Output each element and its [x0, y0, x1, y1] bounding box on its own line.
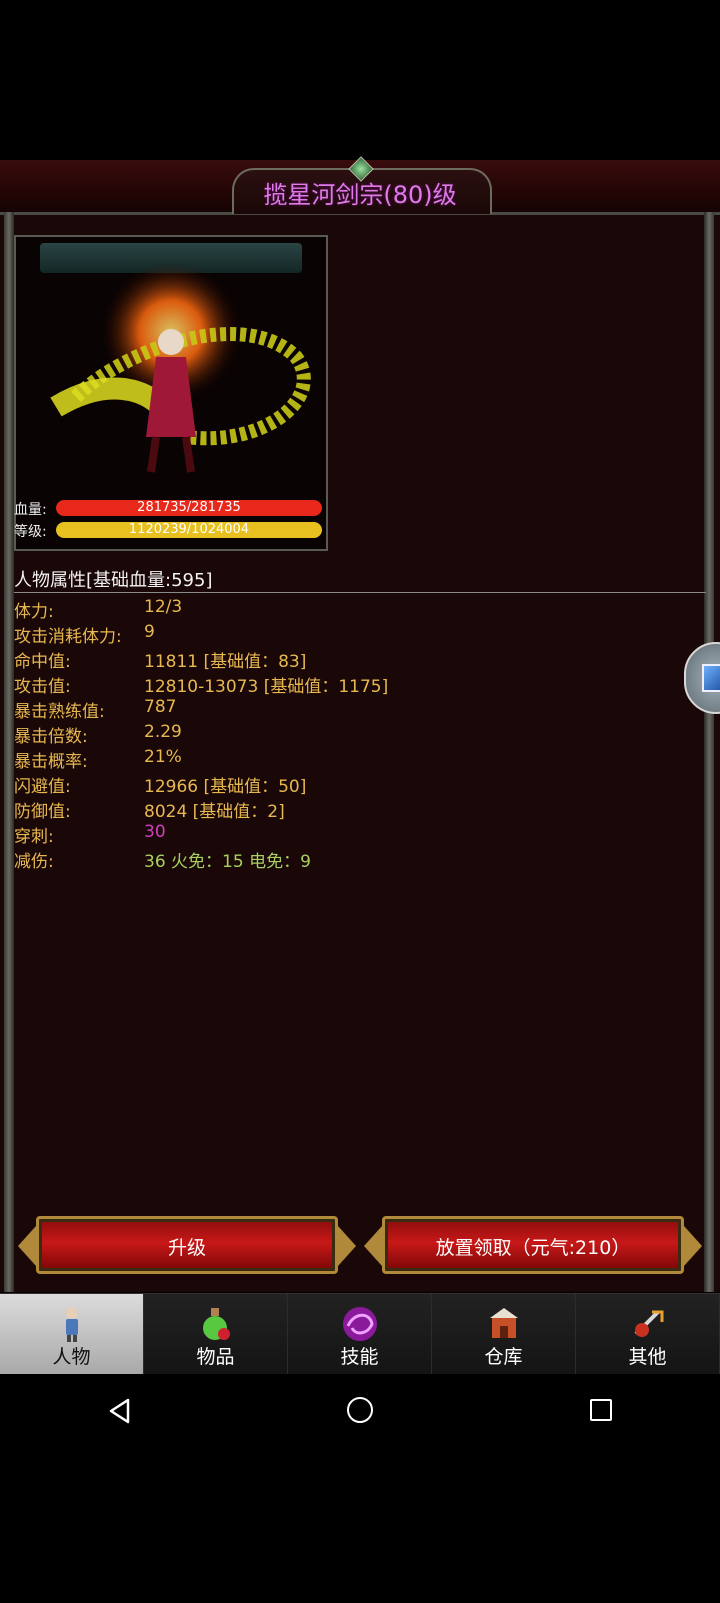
- potion-icon: [202, 1308, 230, 1340]
- other-icon: [634, 1310, 663, 1337]
- attr-label-accuracy: 命中值:: [14, 652, 71, 672]
- attr-label-defense: 防御值:: [14, 802, 71, 822]
- tab-other[interactable]: 其他: [576, 1294, 720, 1375]
- attr-label-crit-mastery: 暴击熟练值:: [14, 702, 105, 722]
- tab-other-label: 其他: [628, 1346, 667, 1368]
- hp-bar: 281735/281735: [56, 500, 322, 516]
- frame-right: [704, 212, 714, 1292]
- tab-items[interactable]: 物品: [144, 1294, 288, 1375]
- attr-value-crit-mastery: 787: [144, 697, 177, 717]
- attributes-title: 人物属性[基础血量:595]: [14, 570, 213, 591]
- tab-character[interactable]: 人物: [0, 1294, 144, 1375]
- attr-label-stamina: 体力:: [14, 602, 54, 622]
- attr-label-pierce: 穿刺:: [14, 827, 54, 847]
- attr-label-dodge: 闪避值:: [14, 777, 71, 797]
- attr-value-crit-multiplier: 2.29: [144, 722, 182, 742]
- attributes-divider: [14, 592, 706, 593]
- attr-value-accuracy: 11811 [基础值：83]: [144, 652, 307, 672]
- bottom-tab-bar: 人物 物品 技能 仓库 其他: [0, 1293, 720, 1375]
- recent-apps-icon[interactable]: [590, 1399, 612, 1421]
- back-icon[interactable]: [108, 1398, 132, 1424]
- frame-left: [4, 212, 14, 1292]
- attr-value-defense: 8024 [基础值：2]: [144, 802, 285, 822]
- home-icon[interactable]: [347, 1397, 373, 1423]
- attr-value-stamina: 12/3: [144, 597, 183, 617]
- exp-bar: 1120239/1024004: [56, 522, 322, 538]
- attr-label-attack: 攻击值:: [14, 677, 71, 697]
- attr-value-crit-chance: 21%: [144, 747, 182, 767]
- cube-icon: [702, 664, 720, 692]
- tab-skills[interactable]: 技能: [288, 1294, 432, 1375]
- hp-bar-text: 281735/281735: [137, 500, 241, 515]
- page-title: 揽星河剑宗(80)级: [263, 181, 457, 209]
- attr-label-attack-stamina-cost: 攻击消耗体力:: [14, 627, 122, 647]
- upgrade-left-ornament-icon: [18, 1226, 36, 1266]
- tab-character-label: 人物: [52, 1346, 91, 1368]
- skill-orb-icon: [342, 1307, 377, 1341]
- upgrade-button[interactable]: 升级: [36, 1216, 338, 1274]
- attr-value-attack: 12810-13073 [基础值：1175]: [144, 677, 389, 697]
- hp-label: 血量:: [14, 502, 47, 518]
- attr-value-damage-reduction: 36 火免：15 电免：9: [144, 852, 311, 872]
- tab-items-label: 物品: [196, 1346, 235, 1368]
- character-icon: [65, 1307, 78, 1342]
- attr-label-crit-chance: 暴击概率:: [14, 752, 88, 772]
- tab-warehouse[interactable]: 仓库: [432, 1294, 576, 1375]
- upgrade-right-ornament-icon: [338, 1226, 356, 1266]
- level-label: 等级:: [14, 524, 47, 540]
- idle-reward-button[interactable]: 放置领取（元气:210）: [382, 1216, 684, 1274]
- tab-skills-label: 技能: [340, 1346, 379, 1368]
- attr-value-pierce: 30: [144, 822, 166, 842]
- tab-warehouse-label: 仓库: [484, 1346, 523, 1368]
- warehouse-icon: [489, 1308, 518, 1338]
- idle-reward-left-ornament-icon: [364, 1226, 382, 1266]
- attr-label-damage-reduction: 减伤:: [14, 852, 54, 872]
- exp-bar-text: 1120239/1024004: [128, 522, 250, 537]
- attr-label-crit-multiplier: 暴击倍数:: [14, 727, 88, 747]
- attr-value-dodge: 12966 [基础值：50]: [144, 777, 307, 797]
- attr-value-attack-stamina-cost: 9: [144, 622, 155, 642]
- idle-reward-right-ornament-icon: [684, 1226, 702, 1266]
